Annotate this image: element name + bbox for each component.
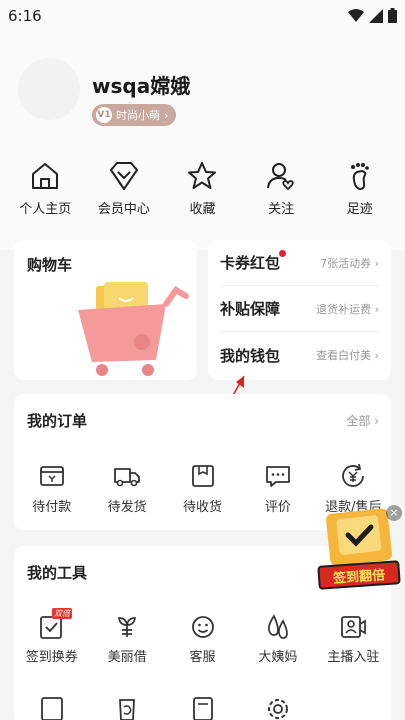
quick-nav-label: 关注 — [268, 202, 295, 217]
tool-checkin[interactable]: 双倍 签到换券 — [14, 608, 89, 665]
username[interactable]: wsqa嫦娥 — [92, 70, 190, 99]
cart-card[interactable]: 购物车 — [14, 240, 197, 380]
tool-partial[interactable] — [240, 694, 315, 720]
quick-nav-profile[interactable]: 个人主页 — [10, 160, 80, 217]
service-icon — [191, 616, 214, 638]
shop-icon — [40, 697, 63, 720]
truck-icon — [114, 468, 141, 487]
recycle-icon — [119, 699, 136, 720]
wallet-label: 我的钱包 — [220, 346, 281, 365]
order-pending-receive[interactable]: 待收货 — [165, 462, 240, 515]
wallet-sub: 查看白付美 › — [316, 349, 379, 362]
orders-title: 我的订单 — [27, 412, 88, 430]
signal-icon — [369, 8, 383, 23]
tool-loan[interactable]: 美丽借 — [89, 612, 164, 665]
tool-label: 大姨妈 — [258, 650, 298, 665]
footprint-icon — [350, 163, 369, 191]
loan-icon — [118, 617, 137, 637]
wallet-card: 卡券红包 7张活动券 › 补贴保障 退货补运费 › 我的钱包 查看白付美 › — [208, 240, 391, 380]
tool-streamer[interactable]: 主播入驻 — [316, 612, 391, 665]
wallet-icon — [39, 466, 64, 486]
notification-dot — [279, 250, 287, 257]
quick-nav-label: 收藏 — [189, 202, 216, 217]
status-icons — [348, 8, 397, 23]
order-label: 评价 — [264, 500, 291, 515]
wifi-icon — [348, 8, 364, 22]
status-time: 6:16 — [8, 7, 42, 25]
subsidy-label: 补贴保障 — [220, 300, 281, 318]
quick-nav-follow[interactable]: 关注 — [246, 160, 316, 217]
tool-partial[interactable] — [89, 694, 164, 720]
tool-period[interactable]: 大姨妈 — [240, 612, 315, 665]
checkin-promo-float[interactable]: 签到翻倍 × — [314, 505, 402, 593]
tool-label: 客服 — [189, 650, 216, 665]
avatar[interactable] — [18, 58, 80, 120]
period-icon — [267, 614, 288, 639]
orders-all-link[interactable]: 全部 › — [346, 412, 379, 429]
member-badge[interactable]: V1 时尚小萌 › — [92, 104, 177, 126]
quick-nav-footprint[interactable]: 足迹 — [325, 160, 395, 217]
quick-nav-label: 个人主页 — [19, 202, 72, 217]
order-label: 待发货 — [107, 500, 147, 515]
tools-title: 我的工具 — [27, 564, 88, 582]
battery-icon — [388, 8, 397, 23]
gear-icon — [267, 699, 288, 719]
tool-partial[interactable] — [165, 694, 240, 720]
promo-label: 签到翻倍 — [317, 560, 401, 590]
member-level-label: 时尚小萌 — [116, 109, 160, 122]
comment-icon — [266, 466, 290, 487]
coupon-row[interactable]: 卡券红包 7张活动券 › — [220, 240, 379, 286]
document-icon — [192, 697, 213, 720]
follow-icon — [267, 163, 294, 191]
order-label: 待收货 — [183, 500, 223, 515]
chevron-right-icon: › — [164, 108, 169, 122]
shopping-cart-illustration — [78, 282, 189, 376]
double-tag: 双倍 — [52, 608, 72, 619]
order-label: 待付款 — [32, 500, 72, 515]
tool-service[interactable]: 客服 — [165, 612, 240, 665]
status-bar: 6:16 — [0, 0, 405, 32]
coupon-sub: 7张活动券 › — [320, 256, 379, 270]
order-review[interactable]: 评价 — [240, 462, 315, 515]
tool-partial — [316, 694, 391, 720]
member-logo: V1 — [96, 107, 112, 123]
order-pending-payment[interactable]: 待付款 — [14, 462, 89, 515]
cart-title: 购物车 — [27, 256, 73, 274]
home-icon — [32, 163, 59, 189]
coupon-label: 卡券红包 — [220, 250, 287, 273]
tools-row-partial — [14, 694, 391, 720]
quick-nav: 个人主页 会员中心 收藏 关注 足迹 — [0, 160, 405, 217]
quick-nav-label: 足迹 — [346, 202, 373, 217]
close-icon[interactable]: × — [386, 505, 402, 521]
subsidy-row[interactable]: 补贴保障 退货补运费 › — [220, 286, 379, 332]
order-pending-ship[interactable]: 待发货 — [89, 462, 164, 515]
vip-icon — [109, 162, 138, 190]
streamer-icon — [341, 616, 367, 638]
tool-label: 签到换券 — [25, 650, 78, 665]
quick-nav-label: 会员中心 — [97, 202, 150, 217]
package-icon — [191, 465, 214, 487]
tool-label: 美丽借 — [107, 650, 147, 665]
refund-icon — [342, 463, 365, 487]
quick-nav-vip[interactable]: 会员中心 — [89, 160, 159, 217]
subsidy-sub: 退货补运费 › — [316, 302, 379, 316]
star-icon — [188, 162, 217, 189]
quick-nav-favorites[interactable]: 收藏 — [167, 160, 237, 217]
tools-row: 双倍 签到换券 美丽借 客服 大姨妈 主播入驻 — [14, 608, 391, 665]
tool-partial[interactable] — [14, 694, 89, 720]
tool-label: 主播入驻 — [327, 650, 380, 665]
